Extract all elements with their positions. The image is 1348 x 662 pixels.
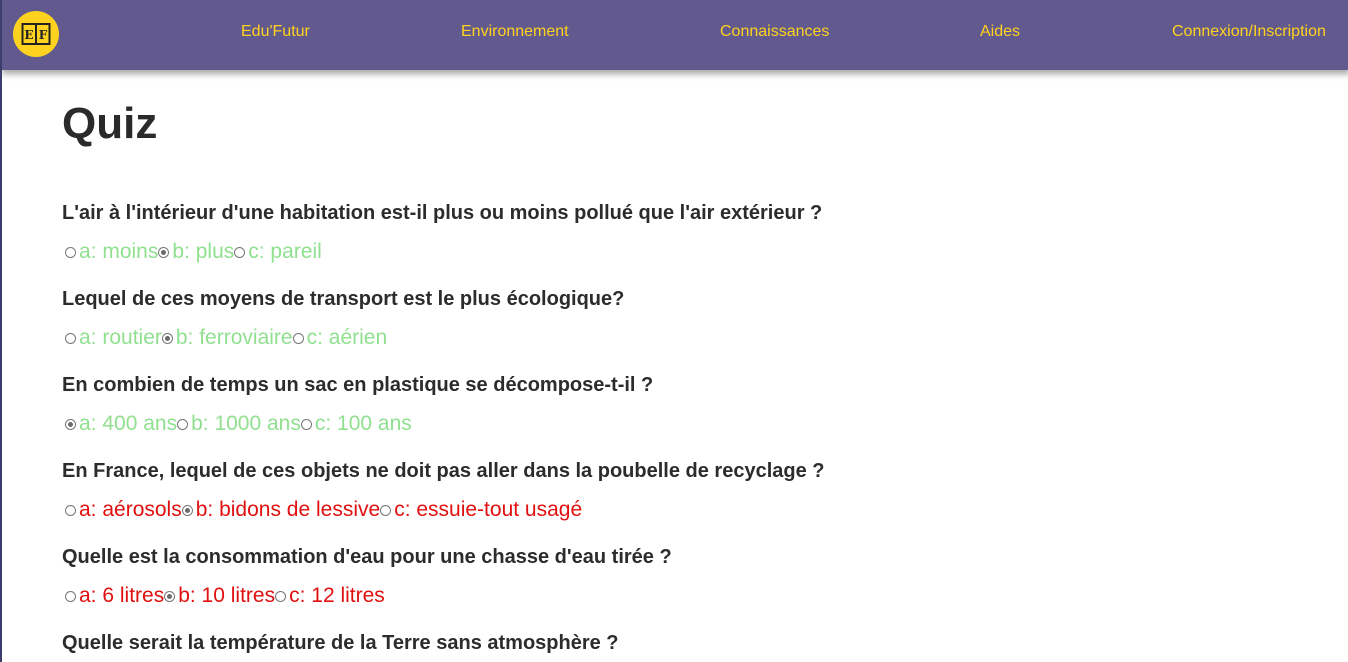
question-text: Quelle est la consommation d'eau pour un…: [62, 546, 672, 568]
question-text: Lequel de ces moyens de transport est le…: [62, 288, 625, 310]
question-text: Quelle serait la température de la Terre…: [62, 632, 619, 654]
nav-link-connexion[interactable]: Connexion/Inscription: [1172, 23, 1326, 41]
nav-link-edufutur[interactable]: Edu'Futur: [241, 23, 310, 41]
top-navbar: E F Edu'Futur Environnement Connaissance…: [2, 0, 1348, 70]
radio-button[interactable]: [380, 504, 392, 516]
answer-label: a: 400 ans: [79, 412, 178, 435]
answer-option[interactable]: a: moins: [65, 240, 158, 264]
answer-label: c: aérien: [306, 326, 388, 349]
answer-label: b: ferroviaire: [175, 326, 293, 349]
radio-dot-icon: [184, 507, 190, 513]
radio-button-checked[interactable]: [164, 590, 176, 602]
nav-link-environnement[interactable]: Environnement: [461, 23, 569, 41]
logo[interactable]: E F: [13, 11, 59, 57]
question-text: En combien de temps un sac en plastique …: [62, 374, 654, 396]
radio-button-checked[interactable]: [158, 246, 170, 258]
radio-button-checked[interactable]: [161, 332, 173, 344]
answer-options: a: 6 litres b: 10 litres c: 12 litres: [65, 584, 385, 608]
answer-label: c: 100 ans: [314, 412, 412, 435]
radio-button[interactable]: [65, 246, 76, 258]
answer-option[interactable]: b: 1000 ans: [177, 412, 301, 436]
answer-option[interactable]: a: 400 ans: [65, 412, 177, 436]
nav-link-aides[interactable]: Aides: [980, 23, 1020, 41]
answer-option[interactable]: b: plus: [158, 240, 234, 264]
answer-label: a: aérosols: [79, 498, 182, 521]
answer-label: b: 1000 ans: [191, 412, 301, 435]
answer-label: c: essuie-tout usagé: [394, 498, 583, 521]
radio-button[interactable]: [292, 332, 304, 344]
answer-label: a: 6 litres: [79, 584, 165, 607]
answer-label: c: 12 litres: [289, 584, 385, 607]
answer-label: c: pareil: [248, 240, 322, 263]
answer-label: b: 10 litres: [178, 584, 276, 607]
question-text: En France, lequel de ces objets ne doit …: [62, 460, 825, 482]
radio-button[interactable]: [65, 332, 76, 344]
page-title: Quiz: [62, 99, 158, 148]
answer-option[interactable]: c: aérien: [292, 326, 388, 350]
answer-option[interactable]: a: 6 litres: [65, 584, 164, 608]
radio-button[interactable]: [234, 246, 246, 258]
radio-button[interactable]: [65, 504, 76, 516]
answer-options: a: routier b: ferroviaire c: aérien: [65, 326, 387, 350]
answer-option[interactable]: c: 100 ans: [300, 412, 412, 436]
question-text: L'air à l'intérieur d'une habitation est…: [62, 202, 823, 224]
answer-option[interactable]: a: aérosols: [65, 498, 182, 522]
answer-option[interactable]: c: pareil: [234, 240, 322, 264]
radio-dot-icon: [164, 335, 170, 341]
radio-dot-icon: [167, 593, 173, 599]
radio-button-checked[interactable]: [181, 504, 193, 516]
answer-option[interactable]: c: essuie-tout usagé: [380, 498, 582, 522]
radio-button-checked[interactable]: [65, 418, 76, 430]
page-frame: E F Edu'Futur Environnement Connaissance…: [0, 0, 1348, 662]
answer-option[interactable]: a: routier: [65, 326, 162, 350]
nav-link-connaissances[interactable]: Connaissances: [720, 23, 829, 41]
svg-text:F: F: [39, 28, 48, 42]
radio-button[interactable]: [177, 418, 189, 430]
radio-button[interactable]: [65, 590, 76, 602]
answer-option[interactable]: b: 10 litres: [164, 584, 275, 608]
radio-dot-icon: [161, 249, 167, 255]
answer-label: b: bidons de lessive: [195, 498, 381, 521]
answer-option[interactable]: b: bidons de lessive: [181, 498, 381, 522]
answer-options: a: moins b: plus c: pareil: [65, 240, 322, 264]
svg-text:E: E: [24, 28, 33, 42]
answer-label: b: plus: [172, 240, 235, 263]
answer-label: a: routier: [79, 326, 162, 349]
radio-button[interactable]: [275, 590, 287, 602]
answer-options: a: aérosols b: bidons de lessive c: essuie…: [65, 498, 582, 522]
answer-option[interactable]: c: 12 litres: [275, 584, 385, 608]
answer-options: a: 400 ans b: 1000 ans c: 100 ans: [65, 412, 412, 436]
radio-button[interactable]: [300, 418, 312, 430]
book-icon: E F: [21, 23, 51, 45]
answer-option[interactable]: b: ferroviaire: [161, 326, 293, 350]
answer-label: a: moins: [79, 240, 159, 263]
radio-dot-icon: [68, 421, 73, 427]
